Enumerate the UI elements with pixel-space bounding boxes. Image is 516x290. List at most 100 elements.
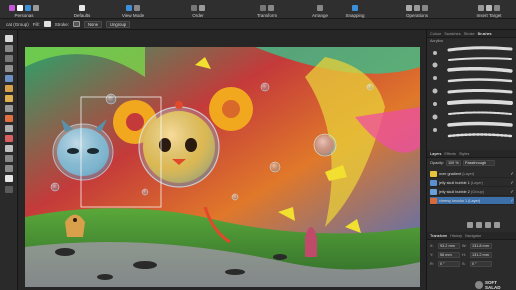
add-operation-icon [406, 5, 412, 11]
watermark-logo-icon [475, 281, 483, 289]
toolbar-group-order[interactable]: Order [186, 0, 210, 19]
tab-transform[interactable]: Transform [430, 234, 447, 238]
visibility-check-icon[interactable]: ✓ [510, 189, 514, 195]
shear-field[interactable]: 0 ° [470, 260, 492, 267]
export-persona-icon[interactable] [33, 5, 39, 11]
brush-category-dropdown[interactable]: Acrylics [427, 38, 516, 45]
shape-tool-icon[interactable] [5, 135, 13, 142]
w-label: W: [462, 243, 467, 248]
layer-row[interactable]: jelly skull bubble 2 (Group) ✓ [430, 188, 514, 196]
crop-tool-icon[interactable] [5, 65, 13, 72]
pen-tool-icon[interactable] [5, 75, 13, 82]
toolbar-group-label: Transform [256, 13, 278, 18]
toolbar-group-label: Operations [405, 13, 428, 18]
y-field[interactable]: 56 mm [438, 251, 460, 258]
visibility-check-icon[interactable]: ✓ [510, 198, 514, 204]
blend-dropdown[interactable]: None [84, 20, 103, 28]
tab-colour[interactable]: Colour [430, 32, 441, 36]
order-forward-icon [199, 5, 205, 11]
text-tool-icon[interactable] [5, 145, 13, 152]
tab-brushes[interactable]: Brushes [478, 32, 492, 36]
tab-swatches[interactable]: Swatches [444, 32, 460, 36]
view-mode-icon [126, 5, 132, 11]
colour-well-icon[interactable] [5, 175, 13, 182]
brush-list[interactable] [427, 45, 516, 147]
transform-row: X: 93.2 mm W: 131.8 mm [430, 242, 514, 249]
toolbar-group-snapping[interactable]: Snapping [343, 0, 367, 19]
toolbar-group-defaults[interactable]: Defaults [70, 0, 94, 19]
add-layer-icon[interactable] [485, 222, 491, 228]
layer-row[interactable]: jelly skull bubble 1 (Layer) ✓ [430, 179, 514, 187]
toolbar-group-insert-target[interactable]: Insert Target [470, 0, 508, 19]
order-back-icon [191, 5, 197, 11]
watermark: SOFT SALAD [475, 280, 501, 290]
layer-adjustment-icon[interactable] [467, 222, 473, 228]
h-field[interactable]: 131.2 mm [470, 251, 492, 258]
insert-top-icon [486, 5, 492, 11]
layer-thumbnail [430, 170, 437, 177]
right-panel: Colour Swatches Stroke Brushes Acrylics [426, 30, 516, 290]
hand-tool-icon[interactable] [5, 165, 13, 172]
tab-effects[interactable]: Effects [444, 152, 456, 156]
tab-history[interactable]: History [450, 234, 462, 238]
tab-layers[interactable]: Layers [430, 152, 441, 156]
rotation-field[interactable]: 0 ° [438, 260, 460, 267]
tools-panel [0, 30, 18, 290]
w-field[interactable]: 131.8 mm [470, 242, 492, 249]
artwork-illustration [25, 47, 420, 287]
fill-swatch[interactable] [43, 21, 51, 27]
delete-layer-icon[interactable] [494, 222, 500, 228]
tab-navigator[interactable]: Navigator [465, 234, 481, 238]
artwork[interactable] [25, 47, 420, 287]
fill-tool-icon[interactable] [5, 105, 13, 112]
toolbar-group-label: Order [192, 13, 204, 18]
toolbar-group-personas[interactable]: Personas [6, 0, 42, 19]
layer-fx-icon[interactable] [476, 222, 482, 228]
pencil-tool-icon[interactable] [5, 85, 13, 92]
tab-styles[interactable]: Styles [459, 152, 469, 156]
layer-controls: Opacity: 100 % Passthrough [430, 160, 495, 166]
photo-persona-icon[interactable] [9, 5, 15, 11]
layer-row[interactable]: over gradient (Layer) ✓ [430, 170, 514, 178]
toolbar-group-arrange[interactable]: Arrange [309, 0, 331, 19]
artboard-tool-icon[interactable] [5, 55, 13, 62]
transparency-tool-icon[interactable] [5, 115, 13, 122]
x-field[interactable]: 93.2 mm [438, 242, 460, 249]
studio-tabs: Colour Swatches Stroke Brushes [427, 30, 516, 38]
layer-thumbnail [430, 197, 437, 204]
layer-actions [467, 222, 500, 228]
r-label: R: [430, 261, 434, 266]
y-label: Y: [430, 252, 434, 257]
designer-persona-icon[interactable] [17, 5, 23, 11]
move-tool-icon[interactable] [5, 35, 13, 42]
layer-row-selected[interactable]: cheesy knocks 1 (Layer) ✓ [430, 197, 514, 205]
layer-thumbnail [430, 179, 437, 186]
toolbar-group-view-mode[interactable]: View Mode [118, 0, 148, 19]
rotate-icon [268, 5, 274, 11]
pixel-persona-icon[interactable] [25, 5, 31, 11]
visibility-check-icon[interactable]: ✓ [510, 171, 514, 177]
toolbar-group-label: View Mode [121, 13, 145, 18]
h-label: H: [462, 252, 466, 257]
stroke-swatch[interactable] [73, 21, 81, 27]
intersect-operation-icon [422, 5, 428, 11]
canvas-area[interactable] [18, 30, 426, 290]
opacity-field[interactable]: 100 % [445, 160, 461, 166]
toolbar-group-transform[interactable]: Transform [252, 0, 282, 19]
ungroup-button[interactable]: Ungroup [106, 20, 131, 28]
blend-mode-dropdown[interactable]: Passthrough [462, 160, 495, 166]
stroke-well-icon[interactable] [5, 186, 13, 193]
tab-stroke[interactable]: Stroke [464, 32, 475, 36]
toolbar-group-operations[interactable]: Operations [400, 0, 434, 19]
opacity-label: Opacity: [430, 161, 444, 165]
vector-brush-tool-icon[interactable] [5, 95, 13, 102]
node-tool-icon[interactable] [5, 45, 13, 52]
layer-name: jelly skull bubble 2 (Group) [439, 189, 484, 194]
layer-name: cheesy knocks 1 (Layer) [439, 198, 481, 203]
corner-tool-icon[interactable] [5, 125, 13, 132]
zoom-tool-icon[interactable] [5, 155, 13, 162]
layer-name: over gradient (Layer) [439, 171, 475, 176]
fill-label: Fill: [32, 21, 40, 27]
visibility-check-icon[interactable]: ✓ [510, 180, 514, 186]
layer-name: jelly skull bubble 1 (Layer) [439, 180, 483, 185]
